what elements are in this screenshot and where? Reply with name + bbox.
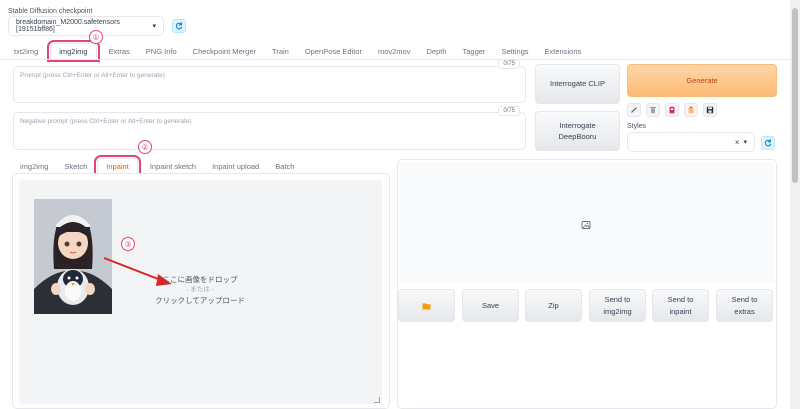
tab-txt2img[interactable]: txt2img [6,43,46,59]
tab-train[interactable]: Train [264,43,297,59]
tabs-divider [0,59,790,60]
tool-icon-row [627,103,717,117]
img2img-sub-tabs: img2img Sketch Inpaint Inpaint sketch In… [12,155,302,177]
paste-params-button[interactable] [627,103,641,117]
refresh-icon [764,139,772,147]
prompt-token-counter: 0/75 [498,59,520,69]
send-to-extras-button[interactable]: Send to extras [716,289,773,322]
prompt-input[interactable]: Prompt (press Ctrl+Enter or Alt+Enter to… [13,66,526,103]
tab-extensions[interactable]: Extensions [537,43,590,59]
tab-mov2mov[interactable]: mov2mov [370,43,419,59]
tab-img2img[interactable]: img2img [47,40,100,62]
interrogate-deepbooru-button[interactable]: Interrogate DeepBooru [535,111,620,151]
open-folder-button[interactable] [398,289,455,322]
checkpoint-label: Stable Diffusion checkpoint [8,8,93,15]
tab-sketch[interactable]: Sketch [56,158,95,174]
refresh-checkpoint-button[interactable] [172,19,186,33]
save-style-button[interactable] [703,103,717,117]
tab-extras[interactable]: Extras [101,43,138,59]
interrogate-clip-button[interactable]: Interrogate CLIP [535,64,620,104]
styles-label: Styles [627,123,647,130]
drop-instructions: ここに画像をドロップ - または - クリックしてアップロード [140,274,260,306]
send-to-inpaint-button[interactable]: Send to inpaint [652,289,709,322]
styles-select[interactable]: × ▾ [627,132,755,152]
drop-line-2: - または - [186,286,214,294]
extra-networks-button[interactable] [665,103,679,117]
refresh-icon [175,22,183,30]
generate-button[interactable]: Generate [627,64,777,97]
tab-tagger[interactable]: Tagger [455,43,494,59]
send-to-img2img-button[interactable]: Send to img2img [589,289,646,322]
scrollbar-thumb[interactable] [792,8,798,183]
image-placeholder-icon [581,217,591,235]
prompt-placeholder: Prompt (press Ctrl+Enter or Alt+Enter to… [20,72,165,79]
negative-prompt-placeholder: Negative prompt (press Ctrl+Enter or Alt… [20,118,192,125]
folder-icon [422,302,431,310]
main-tabs: txt2img img2img Extras PNG Info Checkpoi… [6,40,590,62]
drop-line-3: クリックしてアップロード [155,296,245,305]
tab-openpose-editor[interactable]: OpenPose Editor [297,43,370,59]
tab-depth[interactable]: Depth [418,43,454,59]
checkpoint-select[interactable]: breakdomain_M2000.safetensors [19151bff8… [8,16,164,36]
tab-batch[interactable]: Batch [267,158,302,174]
refresh-styles-button[interactable] [761,136,775,150]
negative-prompt-token-counter: 0/75 [498,106,520,116]
chevron-down-icon: ▾ [743,139,747,146]
drop-line-1: ここに画像をドロップ [162,275,238,284]
tab-inpaint-sketch[interactable]: Inpaint sketch [142,158,204,174]
cards-icon [669,106,675,114]
checkpoint-value: breakdomain_M2000.safetensors [19151bff8… [16,19,120,33]
tab-inpaint-upload[interactable]: Inpaint upload [204,158,267,174]
apply-styles-button[interactable] [684,103,698,117]
resize-handle[interactable] [374,397,380,403]
floppy-disk-icon [706,106,714,114]
zip-button[interactable]: Zip [525,289,582,322]
chevron-down-icon: ▾ [152,23,156,30]
tab-img2img-sub[interactable]: img2img [12,158,56,174]
trash-icon [650,107,656,114]
annotation-one: ① [89,30,103,44]
annotation-three: ③ [121,237,135,251]
negative-prompt-input[interactable]: Negative prompt (press Ctrl+Enter or Alt… [13,112,526,150]
save-button[interactable]: Save [462,289,519,322]
tab-inpaint[interactable]: Inpaint [94,155,141,177]
tab-png-info[interactable]: PNG Info [138,43,185,59]
clipboard-icon [688,106,694,114]
tab-checkpoint-merger[interactable]: Checkpoint Merger [185,43,264,59]
annotation-two: ② [138,140,152,154]
clear-icon[interactable]: × [735,138,740,147]
arrow-diagonal-icon [631,107,637,113]
clear-prompt-button[interactable] [646,103,660,117]
tab-settings[interactable]: Settings [493,43,536,59]
